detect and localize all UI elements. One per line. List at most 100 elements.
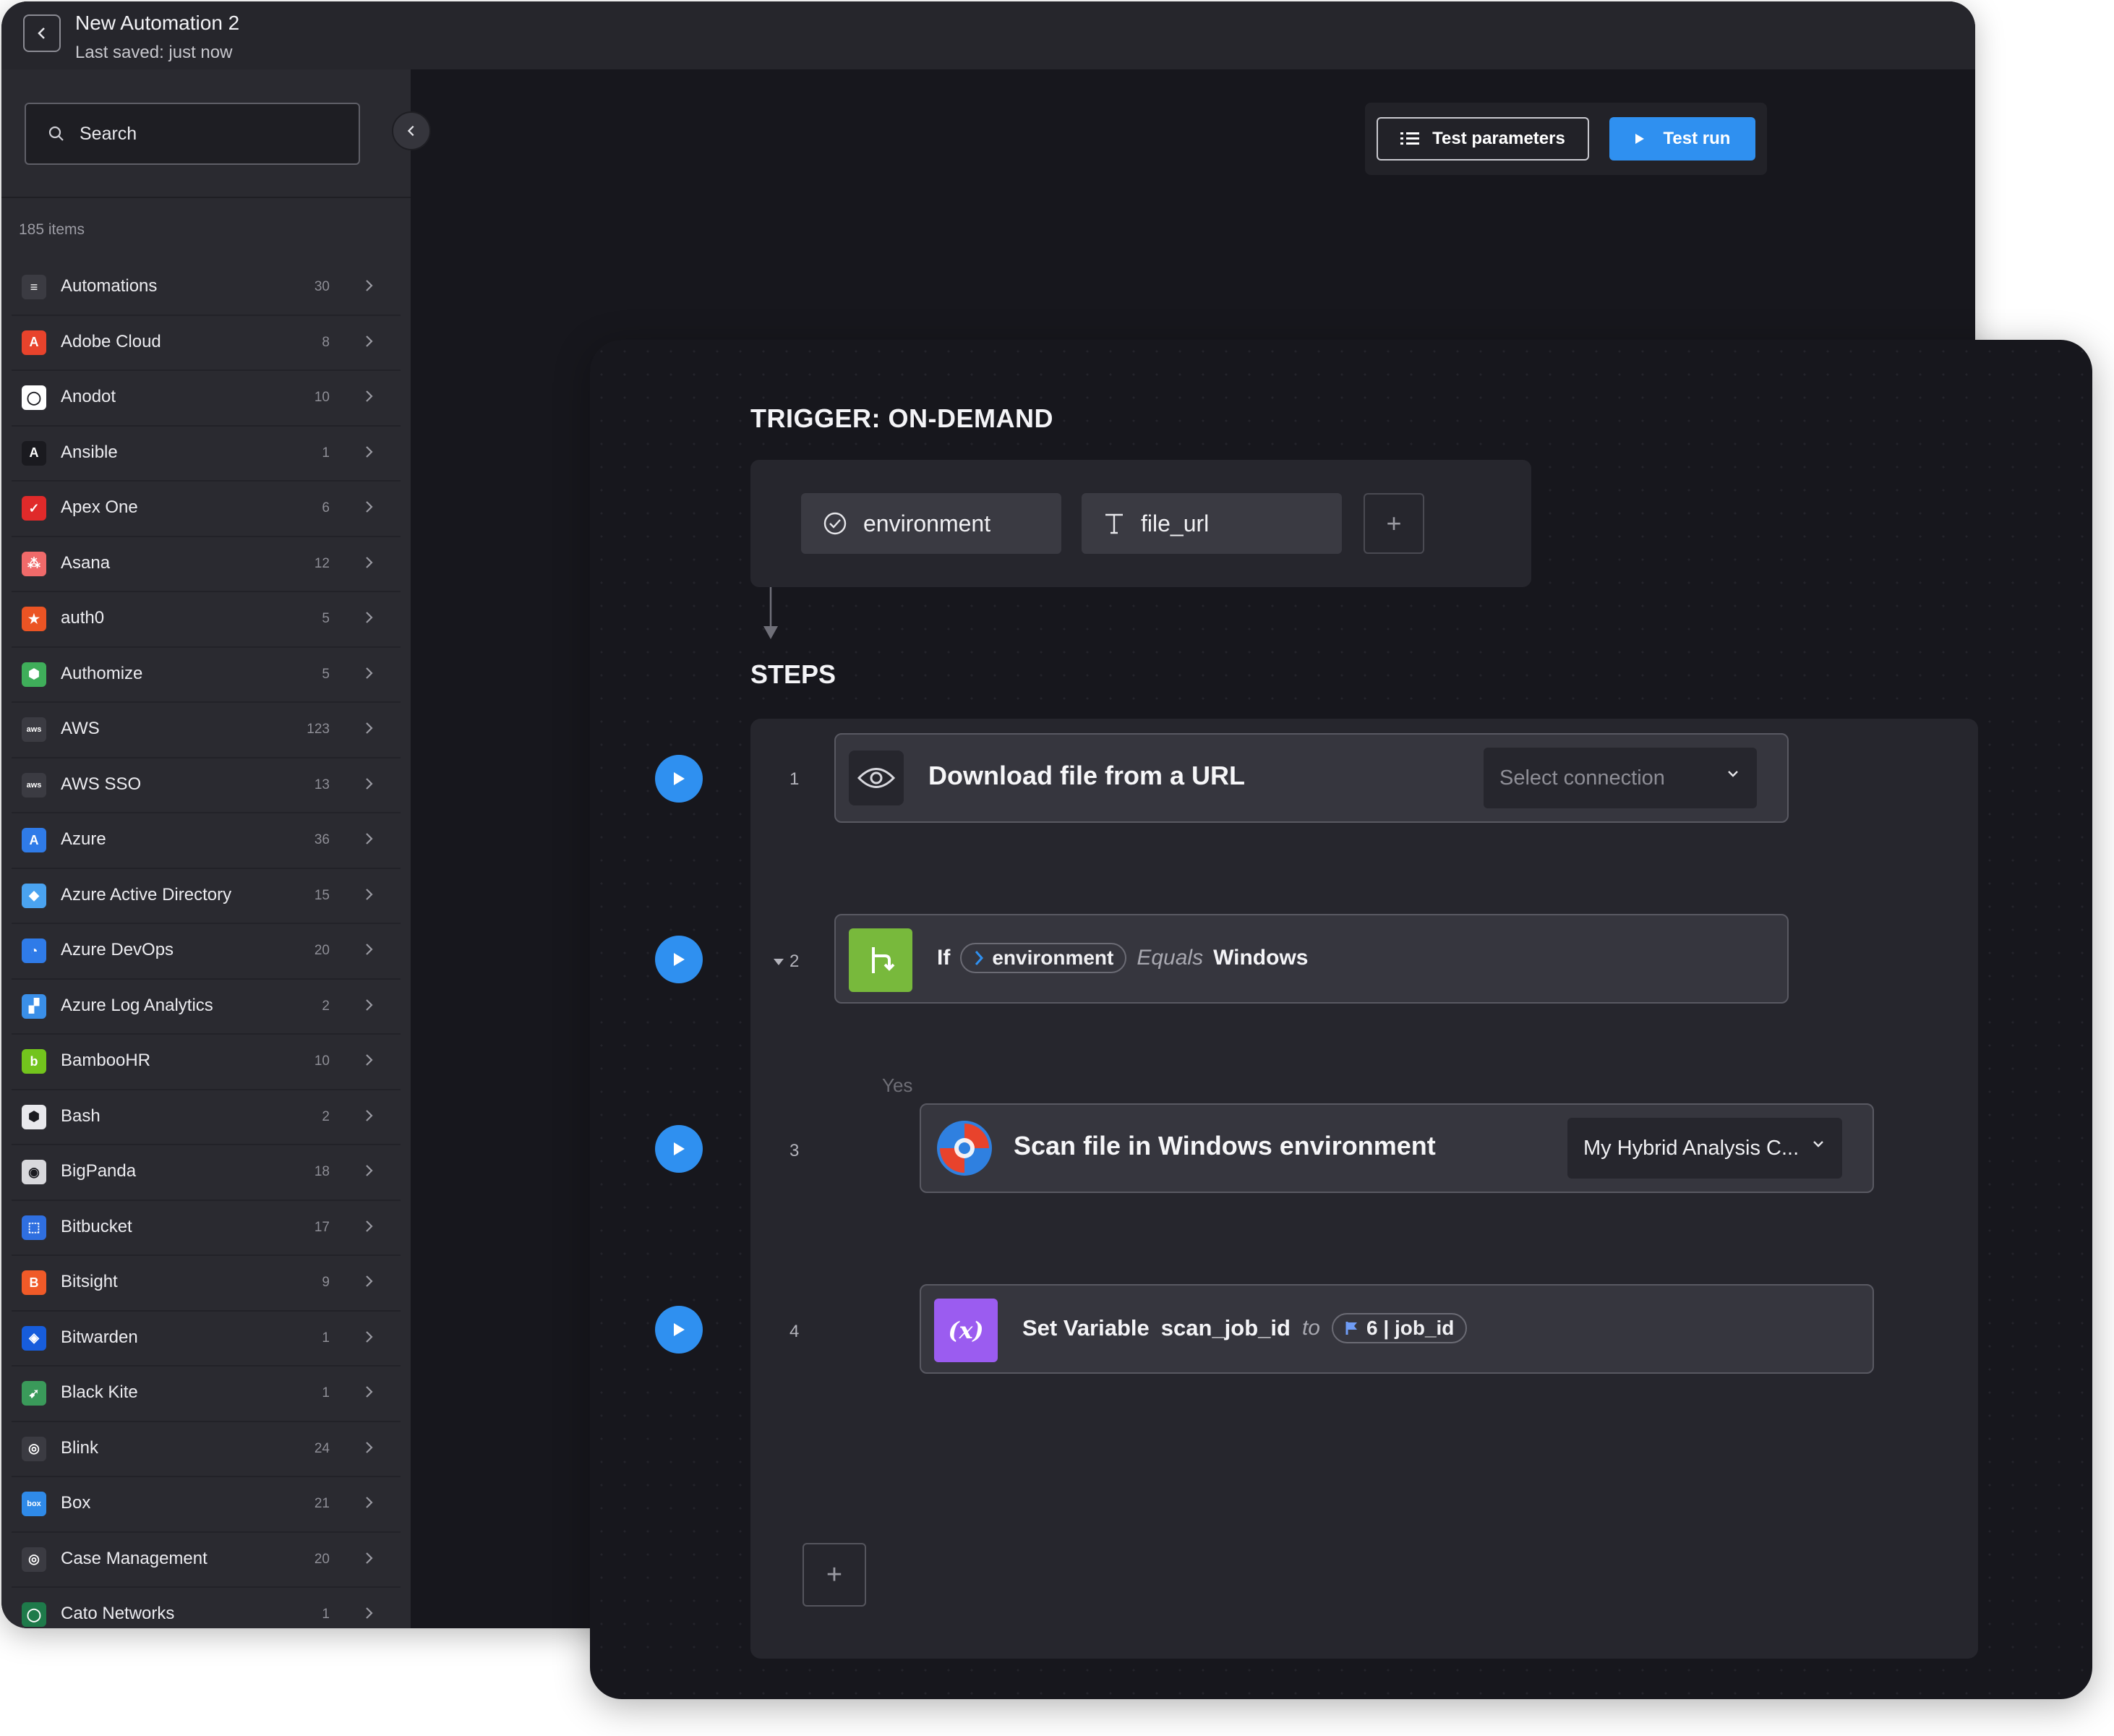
chevron-right-icon: [366, 1497, 373, 1508]
sidebar-item-blink[interactable]: ◎ Blink 24: [12, 1422, 401, 1477]
sidebar-item-bitwarden[interactable]: ◈ Bitwarden 1: [12, 1312, 401, 1367]
sidebar-item-ansible[interactable]: A Ansible 1: [12, 427, 401, 482]
chevron-right-icon: [366, 999, 373, 1011]
sidebar-item-authomize[interactable]: ⬢ Authomize 5: [12, 648, 401, 703]
step-card-download[interactable]: Download file from a URL Select connecti…: [834, 733, 1789, 823]
adobe-icon: A: [22, 330, 46, 355]
sidebar-item-count: 1: [322, 1330, 330, 1346]
sidebar-item-count: 2: [322, 998, 330, 1014]
chevron-right-icon: [366, 1607, 373, 1619]
sidebar-item-count: 123: [307, 722, 330, 737]
sidebar-item-black-kite[interactable]: ➹ Black Kite 1: [12, 1367, 401, 1422]
chevron-down-icon: [1813, 1141, 1823, 1147]
sidebar-item-count: 15: [314, 887, 330, 903]
sidebar-item-count: 20: [314, 943, 330, 958]
sidebar-item-aws[interactable]: aws AWS 123: [12, 703, 401, 758]
sidebar-item-label: AWS: [61, 719, 100, 738]
play-icon: [674, 1142, 685, 1155]
sidebar-item-label: Authomize: [61, 663, 143, 683]
sidebar-item-apex-one[interactable]: ✓ Apex One 6: [12, 482, 401, 537]
sidebar-item-aws-sso[interactable]: aws AWS SSO 13: [12, 758, 401, 813]
compare-value: Windows: [1213, 946, 1309, 970]
step-title: Download file from a URL: [928, 761, 1246, 790]
collapse-caret-icon[interactable]: [772, 957, 785, 966]
sidebar-item-azure[interactable]: A Azure 36: [12, 813, 401, 869]
collapse-sidebar-button[interactable]: [392, 111, 431, 150]
if-keyword: If: [937, 946, 951, 970]
black-kite-icon: ➹: [22, 1381, 46, 1406]
sidebar-item-bamboohr[interactable]: b BambooHR 10: [12, 1035, 401, 1090]
authomize-icon: ⬢: [22, 662, 46, 687]
sidebar-item-count: 36: [314, 832, 330, 847]
sidebar-item-cato-networks[interactable]: ◯ Cato Networks 1: [12, 1588, 401, 1628]
connection-select[interactable]: Select connection: [1484, 748, 1757, 808]
variable-icon: (x): [934, 1299, 998, 1362]
run-step-4-button[interactable]: [655, 1306, 703, 1354]
play-icon: [1635, 134, 1644, 144]
operator: Equals: [1137, 946, 1204, 970]
sidebar-item-label: Cato Networks: [61, 1604, 175, 1623]
sidebar-item-bitbucket[interactable]: ⬚ Bitbucket 17: [12, 1201, 401, 1256]
test-run-button[interactable]: Test run: [1609, 117, 1755, 161]
sidebar-item-asana[interactable]: ⁂ Asana 12: [12, 537, 401, 592]
chevron-right-icon: [366, 1386, 373, 1398]
run-step-1-button[interactable]: [655, 755, 703, 803]
step-card-scan[interactable]: Scan file in Windows environment My Hybr…: [920, 1103, 1874, 1193]
chevron-right-icon: [366, 1552, 373, 1564]
add-step-button[interactable]: +: [803, 1543, 866, 1607]
variable-name: scan_job_id: [1160, 1315, 1291, 1341]
test-run-label: Test run: [1663, 129, 1731, 148]
connection-select[interactable]: My Hybrid Analysis C...: [1567, 1118, 1842, 1179]
variable-arrow-icon: [975, 951, 984, 965]
sidebar-item-count: 10: [314, 1053, 330, 1069]
search-input[interactable]: Search: [25, 103, 360, 165]
sidebar-item-automations[interactable]: ≡ Automations 30: [12, 260, 401, 316]
run-step-2-button[interactable]: [655, 936, 703, 983]
azure-log-analytics-icon: ▞: [22, 993, 46, 1019]
integrations-sidebar: Search 185 items ≡ Automations 30 A Adobe Cl…: [1, 69, 411, 1628]
chevron-left-icon: [38, 27, 45, 39]
chevron-left-icon: [407, 125, 414, 137]
sidebar-item-adobe-cloud[interactable]: A Adobe Cloud 8: [12, 316, 401, 371]
back-button[interactable]: [23, 14, 61, 52]
sidebar-item-label: Blink: [61, 1437, 99, 1458]
divider: [1, 197, 411, 198]
sidebar-item-label: BambooHR: [61, 1051, 151, 1070]
branch-label-yes: Yes: [882, 1074, 913, 1096]
test-parameters-label: Test parameters: [1432, 129, 1565, 148]
run-step-3-button[interactable]: [655, 1125, 703, 1173]
chevron-right-icon: [366, 1441, 373, 1453]
play-icon: [674, 1323, 685, 1336]
sidebar-item-bigpanda[interactable]: ◉ BigPanda 18: [12, 1145, 401, 1201]
sidebar-item-label: BigPanda: [61, 1161, 137, 1181]
sidebar-item-bash[interactable]: ⬢ Bash 2: [12, 1090, 401, 1145]
chevron-right-icon: [366, 888, 373, 900]
step-card-set-variable[interactable]: (x) Set Variable scan_job_id to 6 | job_…: [920, 1284, 1874, 1374]
sidebar-item-case-management[interactable]: ◎ Case Management 20: [12, 1533, 401, 1588]
sidebar-item-auth0[interactable]: ★ auth0 5: [12, 592, 401, 648]
select-value: Select connection: [1499, 766, 1665, 790]
items-count: 185 items: [19, 221, 85, 238]
sidebar-item-anodot[interactable]: ◯ Anodot 10: [12, 371, 401, 427]
sidebar-item-box[interactable]: box Box 21: [12, 1477, 401, 1533]
variable-pill[interactable]: environment: [960, 943, 1127, 973]
workflow-canvas: TRIGGER: ON-DEMAND environment file_url …: [590, 340, 2092, 1699]
case-management-icon: ◎: [22, 1547, 46, 1572]
automation-title[interactable]: New Automation 2: [75, 12, 239, 35]
sidebar-item-count: 1: [322, 445, 330, 461]
sidebar-item-azure-log-analytics[interactable]: ▞ Azure Log Analytics 2: [12, 980, 401, 1035]
sidebar-item-label: AWS SSO: [61, 774, 142, 794]
sidebar-item-label: Bitsight: [61, 1272, 118, 1291]
step-card-condition[interactable]: If environment Equals Windows: [834, 914, 1789, 1004]
source-pill[interactable]: 6 | job_id: [1332, 1313, 1468, 1343]
sidebar-item-label: Azure DevOps: [61, 940, 174, 959]
sidebar-item-azure-devops[interactable]: ◔ Azure DevOps 20: [12, 924, 401, 980]
bitwarden-icon: ◈: [22, 1325, 46, 1351]
sidebar-item-label: Asana: [61, 552, 111, 573]
sidebar-item-label: Azure Active Directory: [61, 884, 232, 905]
test-parameters-button[interactable]: Test parameters: [1377, 117, 1589, 161]
sidebar-item-azure-active-directory[interactable]: ◆ Azure Active Directory 15: [12, 869, 401, 924]
bigpanda-icon: ◉: [22, 1160, 46, 1184]
sidebar-item-bitsight[interactable]: B Bitsight 9: [12, 1256, 401, 1312]
sidebar-item-label: Black Kite: [61, 1382, 138, 1402]
